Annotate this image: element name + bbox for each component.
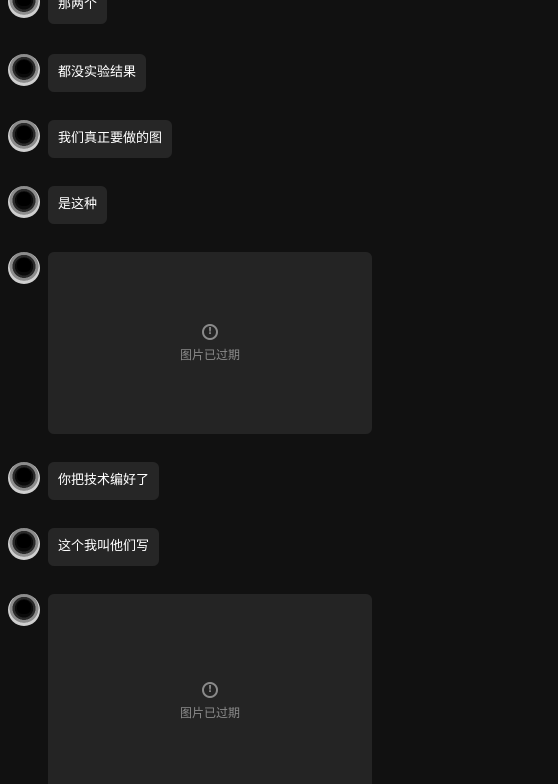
message-bubble[interactable]: 是这种 bbox=[48, 186, 108, 224]
warning-circle-icon: ! bbox=[202, 323, 218, 340]
message-bubble[interactable]: 我们真正要做的图 bbox=[48, 120, 173, 158]
avatar[interactable] bbox=[8, 54, 40, 86]
message-row: ! 图片已过期 bbox=[8, 252, 372, 434]
avatar[interactable] bbox=[8, 594, 40, 626]
avatar[interactable] bbox=[8, 0, 40, 18]
message-row: 你把技术编好了 bbox=[8, 462, 160, 500]
message-row: 那两个 bbox=[8, 0, 108, 24]
avatar[interactable] bbox=[8, 120, 40, 152]
message-row: 这个我叫他们写 bbox=[8, 528, 160, 566]
message-row: ! 图片已过期 bbox=[8, 594, 372, 784]
avatar[interactable] bbox=[8, 462, 40, 494]
message-bubble[interactable]: 这个我叫他们写 bbox=[48, 528, 160, 566]
message-bubble[interactable]: 你把技术编好了 bbox=[48, 462, 160, 500]
expired-image-message[interactable]: ! 图片已过期 bbox=[48, 252, 372, 434]
image-expired-label: 图片已过期 bbox=[179, 705, 240, 720]
message-row: 我们真正要做的图 bbox=[8, 120, 173, 158]
message-row: 是这种 bbox=[8, 186, 108, 224]
avatar[interactable] bbox=[8, 186, 40, 218]
avatar[interactable] bbox=[8, 528, 40, 560]
avatar[interactable] bbox=[8, 252, 40, 284]
warning-circle-icon: ! bbox=[202, 681, 218, 698]
chat-message-list: 那两个 都没实验结果 我们真正要做的图 是这种 ! 图片已过期 你把技术编好了 … bbox=[0, 0, 558, 784]
image-expired-label: 图片已过期 bbox=[179, 347, 240, 362]
message-bubble[interactable]: 那两个 bbox=[48, 0, 108, 24]
message-row: 都没实验结果 bbox=[8, 54, 147, 92]
message-bubble[interactable]: 都没实验结果 bbox=[48, 54, 147, 92]
expired-image-message[interactable]: ! 图片已过期 bbox=[48, 594, 372, 784]
